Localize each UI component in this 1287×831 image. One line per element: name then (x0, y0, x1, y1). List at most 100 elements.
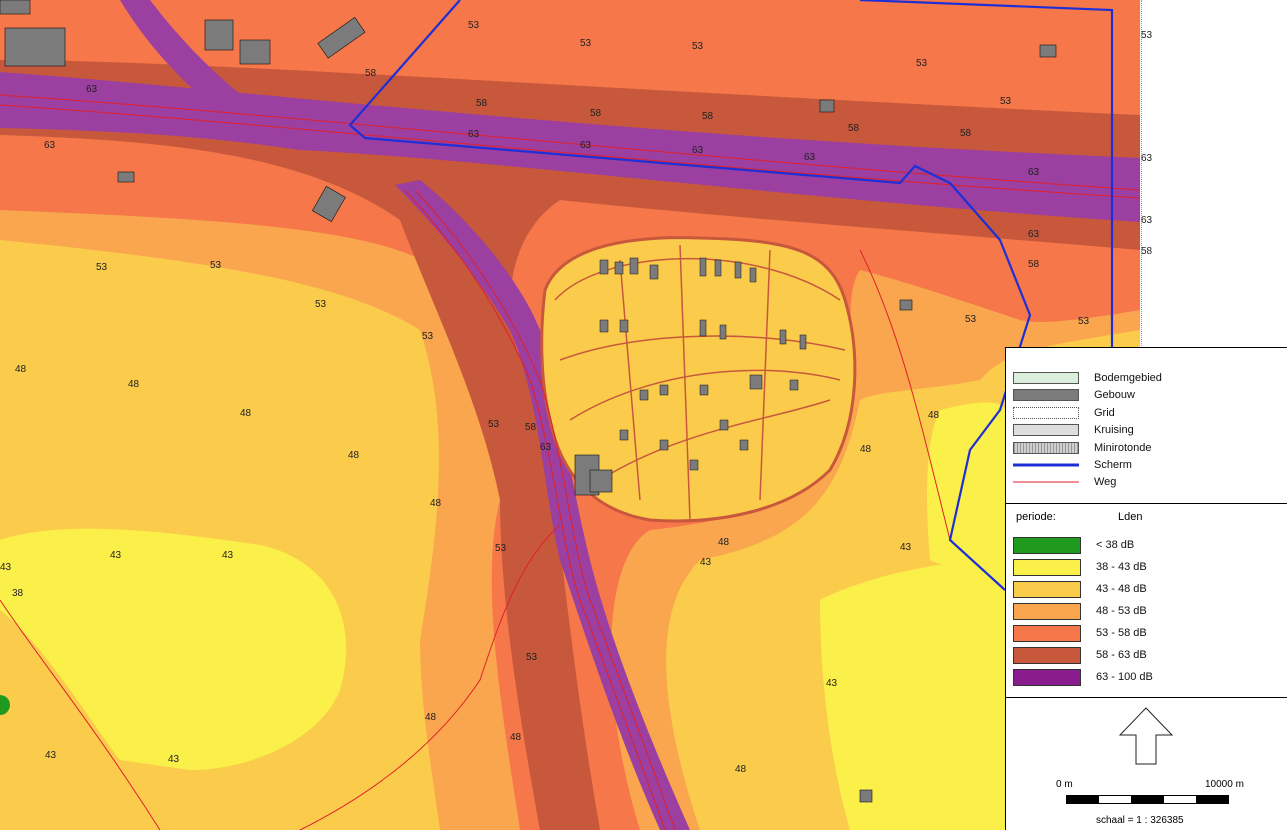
label-43: 43 (110, 550, 122, 561)
noise-class-label: 38 - 43 dB (1096, 561, 1147, 573)
label-48: 48 (425, 712, 437, 723)
edge-label: 58 (1141, 246, 1153, 257)
label-58: 58 (476, 98, 488, 109)
label-53: 53 (422, 331, 434, 342)
noise-class-swatch (1013, 668, 1081, 686)
noise-class-label: 58 - 63 dB (1096, 649, 1147, 661)
label-53: 53 (916, 58, 928, 69)
legend-swatch-line (1013, 481, 1079, 483)
label-53: 53 (468, 20, 480, 31)
label-43: 43 (900, 542, 912, 553)
legend-label: Bodemgebied (1094, 372, 1162, 384)
edge-label: 63 (1141, 153, 1153, 164)
legend-layers: Bodemgebied Gebouw Grid Kruising Minirot… (1006, 348, 1287, 504)
noise-class-swatch (1013, 624, 1081, 642)
scale-start-label: 0 m (1056, 779, 1073, 790)
label-58: 58 (525, 422, 537, 433)
label-48: 48 (510, 732, 522, 743)
label-63: 63 (86, 84, 98, 95)
noise-class-swatch (1013, 536, 1081, 554)
legend-panel: Bodemgebied Gebouw Grid Kruising Minirot… (1005, 347, 1287, 830)
legend-label: Minirotonde (1094, 442, 1152, 454)
legend-swatch (1013, 442, 1079, 454)
legend-swatch (1013, 407, 1079, 419)
label-63: 63 (44, 140, 56, 151)
label-63: 63 (692, 145, 704, 156)
legend-swatch (1013, 424, 1079, 436)
noise-class-swatch (1013, 558, 1081, 576)
label-43: 43 (826, 678, 838, 689)
label-53: 53 (1078, 316, 1090, 327)
noise-map-svg: 53 53 53 53 53 58 58 58 58 58 63 63 63 6… (0, 0, 1140, 830)
label-58: 58 (960, 128, 972, 139)
legend-swatch-line (1013, 463, 1079, 467)
legend-item-gebouw: Gebouw (1013, 387, 1135, 403)
label-63: 63 (1028, 229, 1040, 240)
noise-class-item: 38 - 43 dB (1013, 558, 1147, 576)
noise-class-item: 58 - 63 dB (1013, 646, 1147, 664)
noise-class-swatch (1013, 602, 1081, 620)
scale-bar (1066, 795, 1229, 804)
noise-class-swatch (1013, 580, 1081, 598)
legend-label: Kruising (1094, 424, 1134, 436)
label-43: 43 (45, 750, 57, 761)
label-43: 43 (168, 754, 180, 765)
label-48: 48 (128, 379, 140, 390)
label-48: 48 (860, 444, 872, 455)
noise-class-label: < 38 dB (1096, 539, 1135, 551)
label-53: 53 (526, 652, 538, 663)
legend-item-scherm: Scherm (1013, 457, 1132, 473)
noise-class-item: 53 - 58 dB (1013, 624, 1147, 642)
label-48: 48 (15, 364, 27, 375)
label-58: 58 (590, 108, 602, 119)
label-53: 53 (580, 38, 592, 49)
noise-class-item: 63 - 100 dB (1013, 668, 1153, 686)
label-43: 43 (700, 557, 712, 568)
label-63: 63 (540, 442, 552, 453)
label-53: 53 (965, 314, 977, 325)
legend-north-scale: 0 m 10000 m schaal = 1 : 326385 (1006, 697, 1287, 831)
scale-ratio: schaal = 1 : 326385 (1096, 815, 1184, 826)
noise-map[interactable]: 53 53 53 53 53 58 58 58 58 58 63 63 63 6… (0, 0, 1140, 830)
legend-item-weg: Weg (1013, 474, 1116, 490)
zone-38-43-south (820, 560, 1005, 830)
periode-value: Lden (1118, 511, 1143, 523)
legend-swatch (1013, 389, 1079, 401)
label-63: 63 (468, 129, 480, 140)
legend-label: Gebouw (1094, 389, 1135, 401)
edge-label: 63 (1141, 215, 1153, 226)
noise-class-item: 43 - 48 dB (1013, 580, 1147, 598)
label-53: 53 (692, 41, 704, 52)
edge-label: 53 (1141, 30, 1153, 41)
legend-label: Grid (1094, 407, 1115, 419)
noise-class-swatch (1013, 646, 1081, 664)
zone-38-43-east (927, 402, 1005, 568)
label-43: 43 (0, 562, 12, 573)
label-53: 53 (210, 260, 222, 271)
label-48: 48 (735, 764, 747, 775)
label-63: 63 (804, 152, 816, 163)
legend-item-bodemgebied: Bodemgebied (1013, 370, 1162, 386)
label-63: 63 (1028, 167, 1040, 178)
label-48: 48 (928, 410, 940, 421)
label-53: 53 (495, 543, 507, 554)
legend-label: Scherm (1094, 459, 1132, 471)
scale-end-label: 10000 m (1205, 779, 1244, 790)
periode-label: periode: (1016, 511, 1056, 523)
label-43: 43 (222, 550, 234, 561)
label-53: 53 (1000, 96, 1012, 107)
noise-class-item: < 38 dB (1013, 536, 1134, 554)
noise-class-label: 53 - 58 dB (1096, 627, 1147, 639)
legend-label: Weg (1094, 476, 1117, 488)
noise-class-item: 48 - 53 dB (1013, 602, 1147, 620)
legend-item-grid: Grid (1013, 405, 1115, 421)
label-48: 48 (348, 450, 360, 461)
label-53: 53 (488, 419, 500, 430)
label-48: 48 (718, 537, 730, 548)
north-arrow-icon (1118, 707, 1174, 765)
noise-class-label: 48 - 53 dB (1096, 605, 1147, 617)
label-53: 53 (315, 299, 327, 310)
label-58: 58 (1028, 259, 1040, 270)
label-58: 58 (702, 111, 714, 122)
noise-class-label: 43 - 48 dB (1096, 583, 1147, 595)
